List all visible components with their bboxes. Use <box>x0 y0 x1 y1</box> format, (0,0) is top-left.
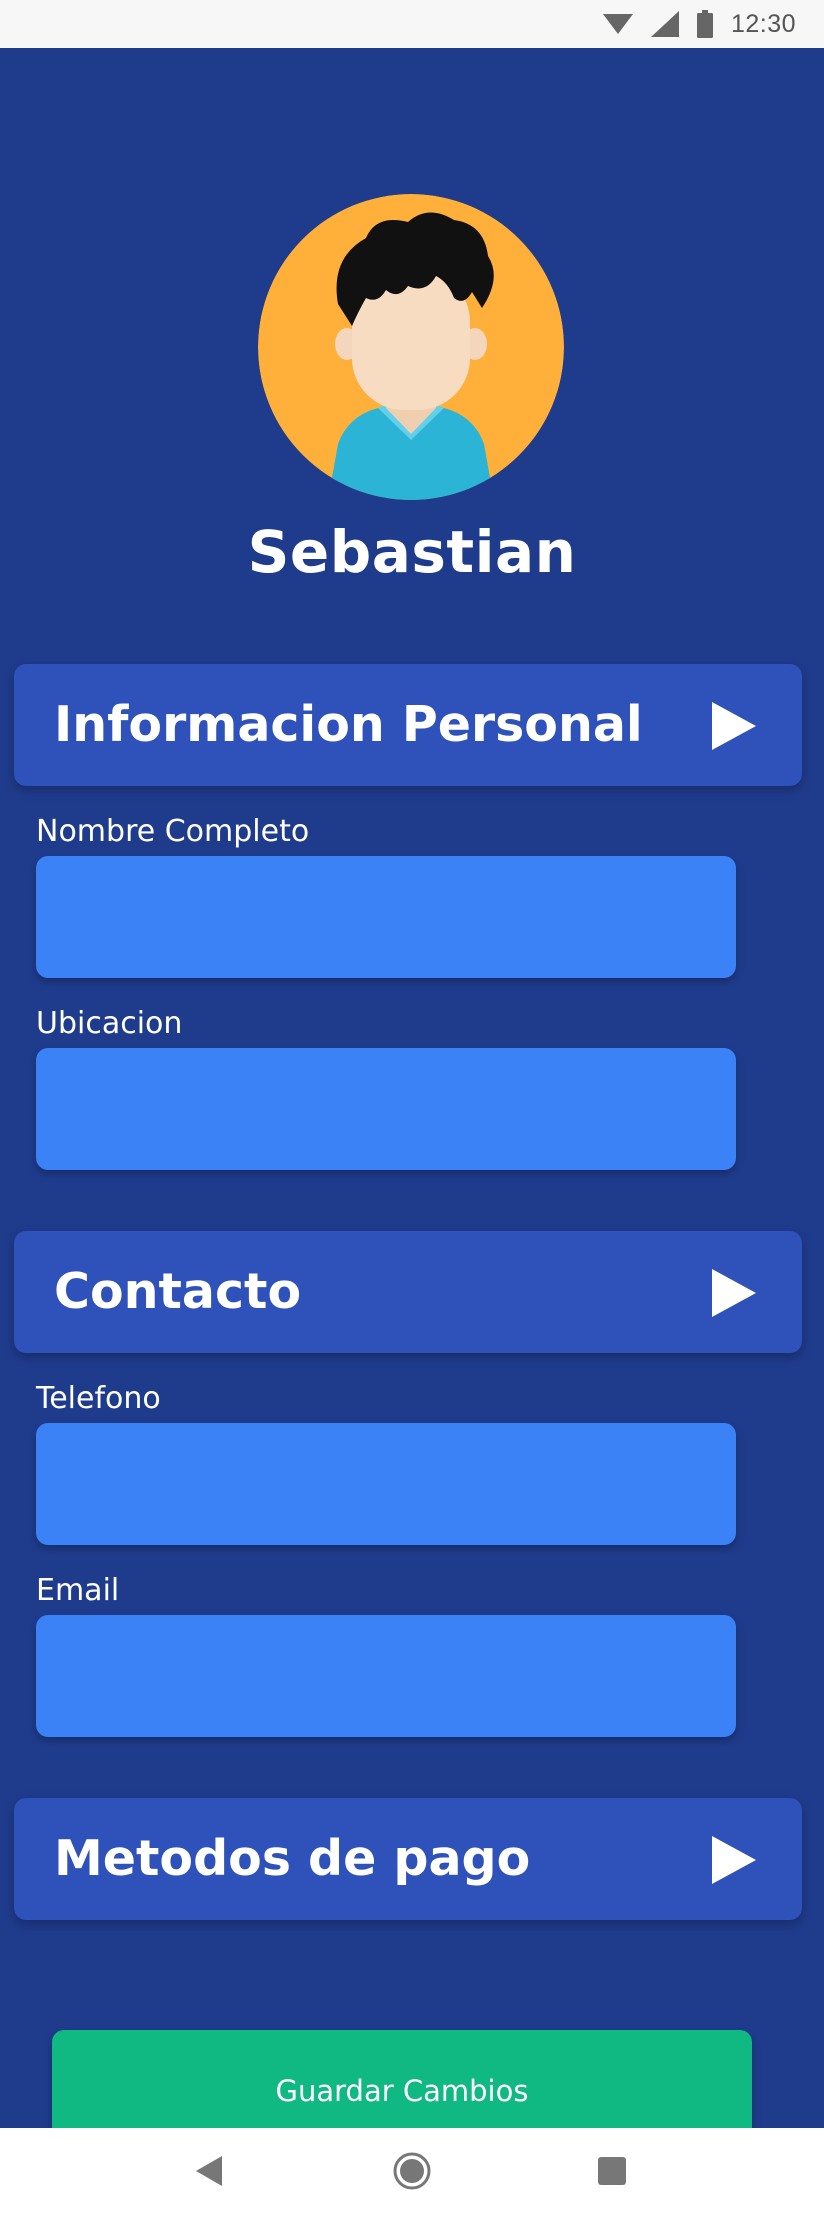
section-header-personal-info[interactable]: Informacion Personal <box>14 664 802 786</box>
section-header-contact[interactable]: Contacto <box>14 1231 802 1353</box>
email-label: Email <box>36 1573 120 1608</box>
avatar-illustration <box>258 194 564 500</box>
back-icon <box>196 2156 222 2186</box>
recents-button[interactable] <box>589 2148 635 2194</box>
status-bar: 12:30 <box>0 0 824 48</box>
play-arrow-icon <box>712 702 756 750</box>
play-arrow-icon <box>712 1269 756 1317</box>
status-time: 12:30 <box>730 9 796 38</box>
recents-icon <box>598 2157 626 2185</box>
profile-name: Sebastian <box>247 518 577 586</box>
home-icon <box>393 2152 431 2190</box>
location-input[interactable] <box>36 1048 736 1170</box>
section-title: Informacion Personal <box>54 696 643 753</box>
home-button[interactable] <box>389 2148 435 2194</box>
profile-screen: Sebastian Informacion Personal Nombre Co… <box>0 48 824 2152</box>
email-input[interactable] <box>36 1615 736 1737</box>
status-icons: 12:30 <box>602 8 796 40</box>
section-title: Metodos de pago <box>54 1830 531 1887</box>
full-name-input[interactable] <box>36 856 736 978</box>
phone-label: Telefono <box>36 1381 161 1416</box>
play-arrow-icon <box>712 1836 756 1884</box>
wifi-icon <box>602 14 633 34</box>
back-button[interactable] <box>186 2148 232 2194</box>
section-title: Contacto <box>54 1263 302 1320</box>
navigation-bar <box>0 2128 824 2214</box>
location-label: Ubicacion <box>36 1006 183 1041</box>
battery-icon <box>696 10 713 38</box>
phone-input[interactable] <box>36 1423 736 1545</box>
section-header-payment-methods[interactable]: Metodos de pago <box>14 1798 802 1920</box>
signal-icon <box>650 11 679 37</box>
full-name-label: Nombre Completo <box>36 814 310 849</box>
avatar[interactable] <box>258 194 564 500</box>
